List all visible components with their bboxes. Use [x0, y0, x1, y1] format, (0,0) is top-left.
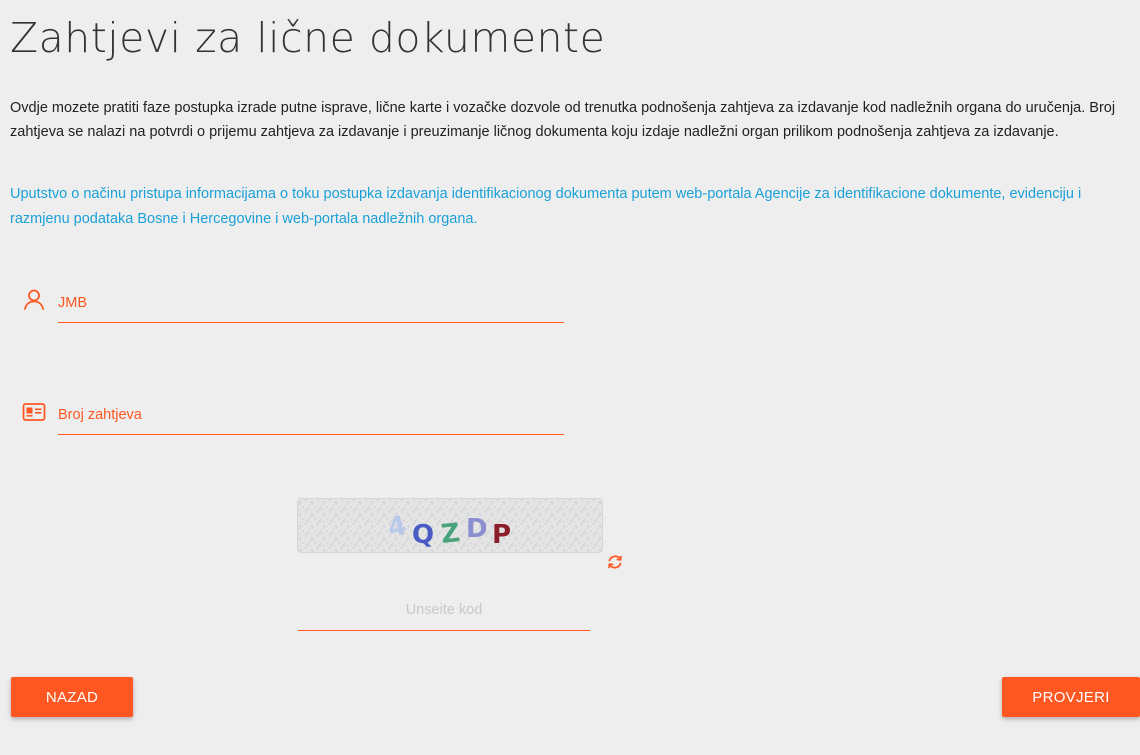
captcha-svg: 4 Q Z D P — [298, 499, 602, 552]
refresh-icon[interactable] — [606, 553, 624, 571]
back-button[interactable]: NAZAD — [11, 677, 133, 717]
captcha-char: Z — [440, 518, 462, 550]
captcha-char: P — [492, 520, 511, 550]
request-number-input[interactable] — [58, 396, 564, 435]
jmb-input[interactable] — [58, 284, 564, 323]
page-title: Zahtjevi za lične dokumente — [10, 14, 606, 62]
captcha-image: 4 Q Z D P — [297, 498, 603, 553]
user-icon — [22, 288, 46, 312]
captcha-code-input[interactable] — [298, 590, 590, 631]
intro-text: Ovdje mozete pratiti faze postupka izrad… — [10, 100, 1116, 140]
id-card-icon — [22, 400, 46, 424]
jmb-field — [22, 284, 564, 324]
guide-link[interactable]: Uputstvo o načinu pristupa informacijama… — [10, 182, 1125, 232]
captcha-char: Q — [412, 520, 434, 550]
captcha-char: D — [466, 514, 488, 544]
check-button[interactable]: PROVJERI — [1002, 677, 1140, 717]
request-number-field — [22, 396, 564, 436]
